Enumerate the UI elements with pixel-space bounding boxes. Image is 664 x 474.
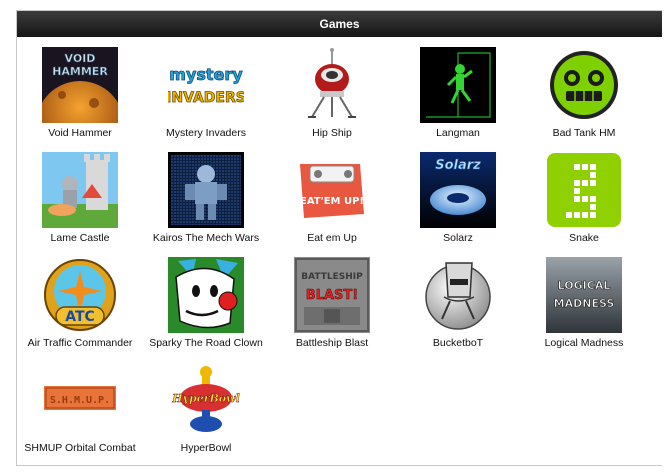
lame-castle-icon [42, 152, 118, 228]
game-label: BucketboT [432, 337, 484, 349]
game-item-langman[interactable]: Langman [395, 47, 521, 152]
shmup-logo: S.H.M.U.P. [50, 395, 110, 406]
battleship-logo-line1: BATTLESHIP [301, 272, 363, 282]
bucketbot-icon [420, 257, 496, 333]
bad-tank-icon [546, 47, 622, 123]
window-title: Games [17, 11, 662, 37]
solarz-icon: Solarz [420, 152, 496, 228]
mystery-invaders-icon: mystery INVADERS [168, 47, 244, 123]
game-item-solarz[interactable]: Solarz Solarz [395, 152, 521, 257]
logical-madness-icon: LOGICAL MADNESS [546, 257, 622, 333]
battleship-blast-icon: BATTLESHIP BLAST! [294, 257, 370, 333]
game-item-bucketbot[interactable]: BucketboT [395, 257, 521, 362]
atc-logo: ATC [65, 309, 95, 325]
game-item-lame-castle[interactable]: Lame Castle [17, 152, 143, 257]
game-item-logical-madness[interactable]: LOGICAL MADNESS Logical Madness [521, 257, 647, 362]
void-hammer-logo-line1: VOID [65, 52, 96, 65]
game-item-battleship-blast[interactable]: BATTLESHIP BLAST! Battleship Blast [269, 257, 395, 362]
eat-em-up-icon: EAT'EM UP! [294, 152, 370, 228]
game-label: Eat em Up [307, 232, 357, 244]
game-item-mystery-invaders[interactable]: mystery INVADERS Mystery Invaders [143, 47, 269, 152]
game-label: Void Hammer [48, 127, 112, 139]
game-item-air-traffic-commander[interactable]: ATC Air Traffic Commander [17, 257, 143, 362]
eat-em-up-logo: EAT'EM UP! [300, 196, 364, 207]
game-label: Snake [569, 232, 599, 244]
game-label: SHMUP Orbital Combat [24, 442, 136, 454]
game-label: Kairos The Mech Wars [152, 232, 260, 244]
game-item-kairos[interactable]: Kairos The Mech Wars [143, 152, 269, 257]
game-label: Air Traffic Commander [27, 337, 133, 349]
void-hammer-logo-line2: HAMMER [52, 65, 108, 78]
game-label: Logical Madness [544, 337, 624, 349]
game-label: Solarz [443, 232, 473, 244]
game-item-sparky[interactable]: Sparky The Road Clown [143, 257, 269, 362]
games-window: Games VOID HAMMER Void Hammer mystery IN… [16, 10, 662, 466]
logical-logo-line1: LOGICAL [558, 279, 611, 292]
hyperbowl-icon: HyperBowl [168, 362, 244, 438]
battleship-logo-line2: BLAST! [306, 288, 358, 303]
void-hammer-icon: VOID HAMMER [42, 47, 118, 123]
game-label: HyperBowl [180, 442, 232, 454]
mystery-logo-line2: INVADERS [168, 90, 244, 106]
game-label: Bad Tank HM [552, 127, 616, 139]
game-item-bad-tank-hm[interactable]: Bad Tank HM [521, 47, 647, 152]
kairos-icon [168, 152, 244, 228]
logical-logo-line2: MADNESS [554, 297, 615, 310]
game-item-shmup[interactable]: S.H.M.U.P. SHMUP Orbital Combat [17, 362, 143, 467]
game-label: Sparky The Road Clown [149, 337, 263, 349]
game-item-eat-em-up[interactable]: EAT'EM UP! Eat em Up [269, 152, 395, 257]
game-label: Mystery Invaders [166, 127, 246, 139]
game-item-hyperbowl[interactable]: HyperBowl HyperBowl [143, 362, 269, 467]
game-item-snake[interactable]: Snake [521, 152, 647, 257]
snake-icon [547, 153, 621, 227]
shmup-icon: S.H.M.U.P. [42, 362, 118, 438]
air-traffic-commander-icon: ATC [42, 257, 118, 333]
games-grid: VOID HAMMER Void Hammer mystery INVADERS… [17, 47, 647, 467]
hyperbowl-logo: HyperBowl [171, 392, 240, 405]
hip-ship-icon [294, 47, 370, 123]
solarz-logo: Solarz [435, 158, 481, 173]
mystery-logo-line1: mystery [169, 65, 243, 84]
langman-icon [420, 47, 496, 123]
game-label: Battleship Blast [295, 337, 369, 349]
game-label: Hip Ship [312, 127, 352, 139]
game-item-hip-ship[interactable]: Hip Ship [269, 47, 395, 152]
sparky-clown-icon [168, 257, 244, 333]
game-item-void-hammer[interactable]: VOID HAMMER Void Hammer [17, 47, 143, 152]
game-label: Langman [436, 127, 480, 139]
game-label: Lame Castle [50, 232, 110, 244]
